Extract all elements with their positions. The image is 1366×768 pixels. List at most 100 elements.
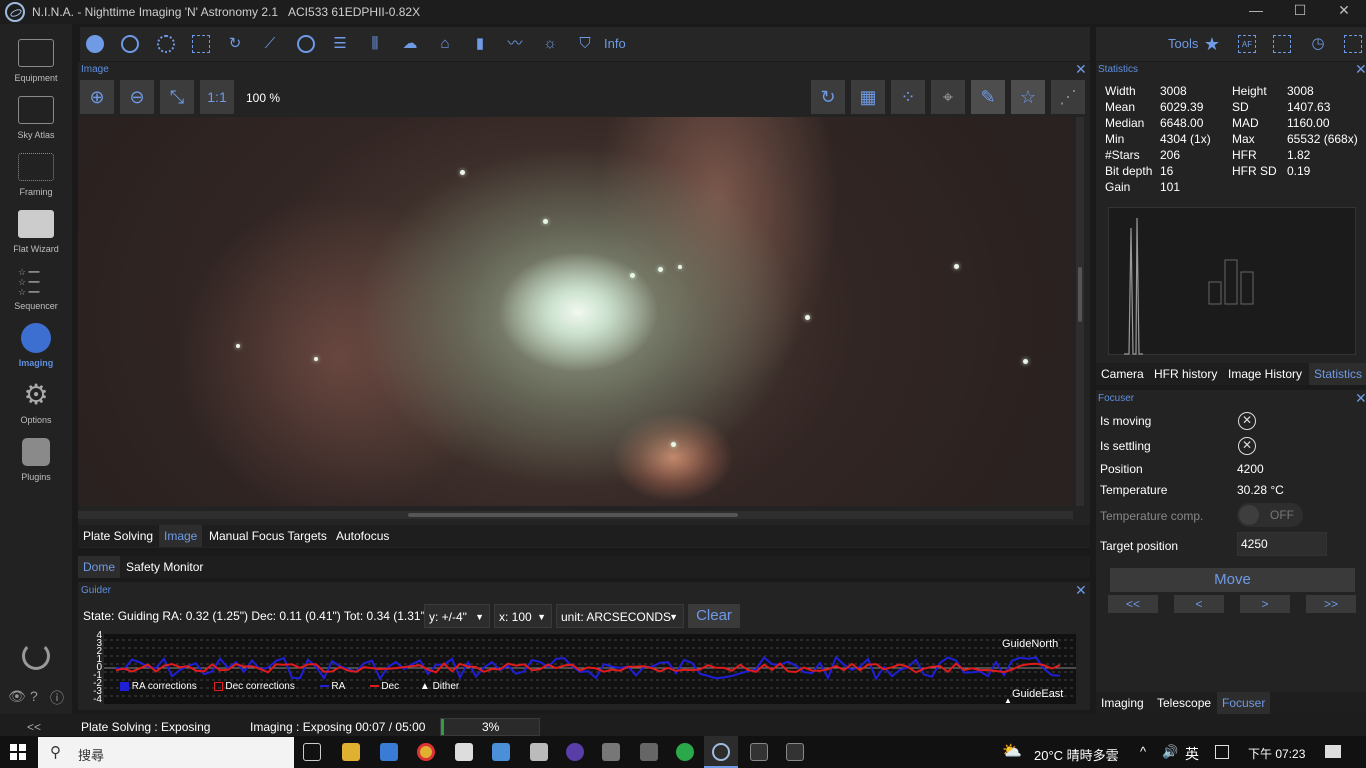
- info-icon[interactable]: ⓘ: [50, 688, 64, 708]
- tab-safety-monitor[interactable]: Safety Monitor: [121, 556, 209, 578]
- star-detect-icon[interactable]: ⁘: [891, 80, 925, 114]
- step-out-button[interactable]: >: [1240, 595, 1290, 613]
- filter-wheel-icon[interactable]: [157, 35, 175, 53]
- app-icon-9[interactable]: [640, 743, 658, 761]
- nav-imaging[interactable]: Imaging: [0, 319, 72, 376]
- clear-button[interactable]: Clear: [688, 604, 740, 628]
- grid-icon[interactable]: ▦: [851, 80, 885, 114]
- focus-icon[interactable]: [192, 35, 210, 53]
- focuser-close-icon[interactable]: ✕: [1355, 390, 1366, 407]
- power-icon[interactable]: [22, 642, 50, 670]
- weather-icon[interactable]: ☁: [401, 35, 419, 53]
- news-app-icon[interactable]: [492, 743, 510, 761]
- chrome-icon[interactable]: [417, 743, 435, 761]
- nav-flat-wizard[interactable]: Flat Wizard: [0, 205, 72, 262]
- tab-hfr-history[interactable]: HFR history: [1149, 363, 1223, 385]
- windows-start-icon[interactable]: [10, 744, 26, 760]
- app-icon-11[interactable]: [750, 743, 768, 761]
- star-icon[interactable]: ★: [1203, 35, 1221, 53]
- app-icon-12[interactable]: [786, 743, 804, 761]
- nav-sequencer[interactable]: ☆ ━━ ☆ ━━ ☆ ━━ Sequencer: [0, 262, 72, 319]
- tray-chevron-icon[interactable]: ^: [1140, 744, 1146, 759]
- zoom-in-button[interactable]: ⊕: [80, 80, 114, 114]
- volume-icon[interactable]: 🔊: [1162, 744, 1178, 760]
- nav-sky-atlas[interactable]: Sky Atlas: [0, 91, 72, 148]
- nina-taskbar-button[interactable]: [704, 736, 738, 768]
- tools-button[interactable]: Tools: [1168, 36, 1198, 51]
- task-view-icon[interactable]: [303, 743, 321, 761]
- annotate-stars-icon[interactable]: ☆: [1011, 80, 1045, 114]
- step-in-button[interactable]: <: [1174, 595, 1224, 613]
- tab-dome[interactable]: Dome: [78, 556, 121, 578]
- eye-icon[interactable]: 👁: [8, 688, 26, 705]
- notification-icon[interactable]: [1325, 745, 1341, 758]
- clock[interactable]: 下午 07:23: [1248, 745, 1305, 762]
- temp-comp-toggle[interactable]: OFF: [1237, 503, 1303, 527]
- nav-options[interactable]: ⚙ Options: [0, 376, 72, 433]
- camera-shutter-icon[interactable]: [121, 35, 139, 53]
- rotate-icon[interactable]: ↻: [811, 80, 845, 114]
- imaging-tool-icon[interactable]: [86, 35, 104, 53]
- x-scale-select[interactable]: x: 100 ▼: [494, 604, 552, 628]
- taskbar-search-box[interactable]: ⚲ 搜尋: [38, 737, 294, 768]
- guide-graph-icon[interactable]: 〰: [506, 35, 524, 53]
- guider-icon[interactable]: [297, 35, 315, 53]
- phd2-icon[interactable]: [676, 743, 694, 761]
- grid-tool-icon[interactable]: [1344, 35, 1362, 53]
- lightbulb-icon[interactable]: ☼: [541, 35, 559, 53]
- image-horizontal-scrollbar[interactable]: [78, 511, 1073, 519]
- history-icon[interactable]: ◷: [1309, 35, 1327, 53]
- app-icon-7[interactable]: [566, 743, 584, 761]
- switch-icon[interactable]: ⫼: [366, 35, 384, 53]
- dome-icon[interactable]: ⌂: [436, 35, 454, 53]
- telescope-tool-icon[interactable]: ⟋: [261, 35, 279, 53]
- crosshair-icon[interactable]: ⌖: [931, 80, 965, 114]
- tab-imaging[interactable]: Imaging: [1096, 692, 1149, 714]
- guider-close-icon[interactable]: ✕: [1075, 582, 1087, 599]
- tab-manual-focus-targets[interactable]: Manual Focus Targets: [204, 525, 332, 547]
- step-fast-in-button[interactable]: <<: [1108, 595, 1158, 613]
- y-scale-select[interactable]: y: +/-4" ▼: [424, 604, 490, 628]
- app-icon-8[interactable]: [602, 743, 620, 761]
- chart-icon[interactable]: ▮: [471, 35, 489, 53]
- star-detection-icon[interactable]: [1273, 35, 1291, 53]
- rotator-icon[interactable]: ↻: [226, 35, 244, 53]
- step-fast-out-button[interactable]: >>: [1306, 595, 1356, 613]
- statistics-close-icon[interactable]: ✕: [1355, 61, 1366, 78]
- help-icon[interactable]: ?: [30, 688, 38, 704]
- tab-statistics[interactable]: Statistics: [1309, 363, 1366, 385]
- ime-indicator[interactable]: 英: [1185, 744, 1199, 764]
- info-button[interactable]: Info: [604, 36, 626, 51]
- tab-image-history[interactable]: Image History: [1223, 363, 1308, 385]
- close-button[interactable]: ✕: [1324, 2, 1364, 22]
- shield-icon[interactable]: ⛉: [576, 35, 594, 53]
- tab-image[interactable]: Image: [159, 525, 203, 547]
- autofocus-icon[interactable]: AF: [1238, 35, 1256, 53]
- notepad-icon[interactable]: [455, 743, 473, 761]
- tab-autofocus[interactable]: Autofocus: [331, 525, 395, 547]
- tab-focuser[interactable]: Focuser: [1217, 692, 1271, 714]
- collapse-sidebar-button[interactable]: <<: [27, 720, 41, 734]
- nav-framing[interactable]: Framing: [0, 148, 72, 205]
- app-icon-6[interactable]: [530, 743, 548, 761]
- list-icon[interactable]: ☰: [331, 35, 349, 53]
- image-panel-close-icon[interactable]: ✕: [1075, 61, 1087, 78]
- zoom-one-to-one-button[interactable]: 1:1: [200, 80, 234, 114]
- target-position-input[interactable]: [1237, 532, 1327, 556]
- file-explorer-icon[interactable]: [342, 743, 360, 761]
- tab-telescope[interactable]: Telescope: [1152, 692, 1217, 714]
- bahtinov-icon[interactable]: ⋰: [1051, 80, 1085, 114]
- fit-button[interactable]: ⤡: [160, 80, 194, 114]
- tab-camera[interactable]: Camera: [1096, 363, 1149, 385]
- move-button[interactable]: Move: [1110, 568, 1355, 592]
- image-vertical-scrollbar[interactable]: [1076, 117, 1084, 506]
- minimize-button[interactable]: —: [1236, 2, 1276, 22]
- ime-keyboard-icon[interactable]: [1215, 745, 1229, 759]
- zoom-out-button[interactable]: ⊖: [120, 80, 154, 114]
- unit-select[interactable]: unit: ARCSECONDS ▼: [556, 604, 684, 628]
- tab-plate-solving[interactable]: Plate Solving: [78, 525, 159, 547]
- nav-plugins[interactable]: Plugins: [0, 433, 72, 490]
- maximize-button[interactable]: ☐: [1280, 2, 1320, 22]
- nav-equipment[interactable]: Equipment: [0, 34, 72, 91]
- stretch-icon[interactable]: ✎: [971, 80, 1005, 114]
